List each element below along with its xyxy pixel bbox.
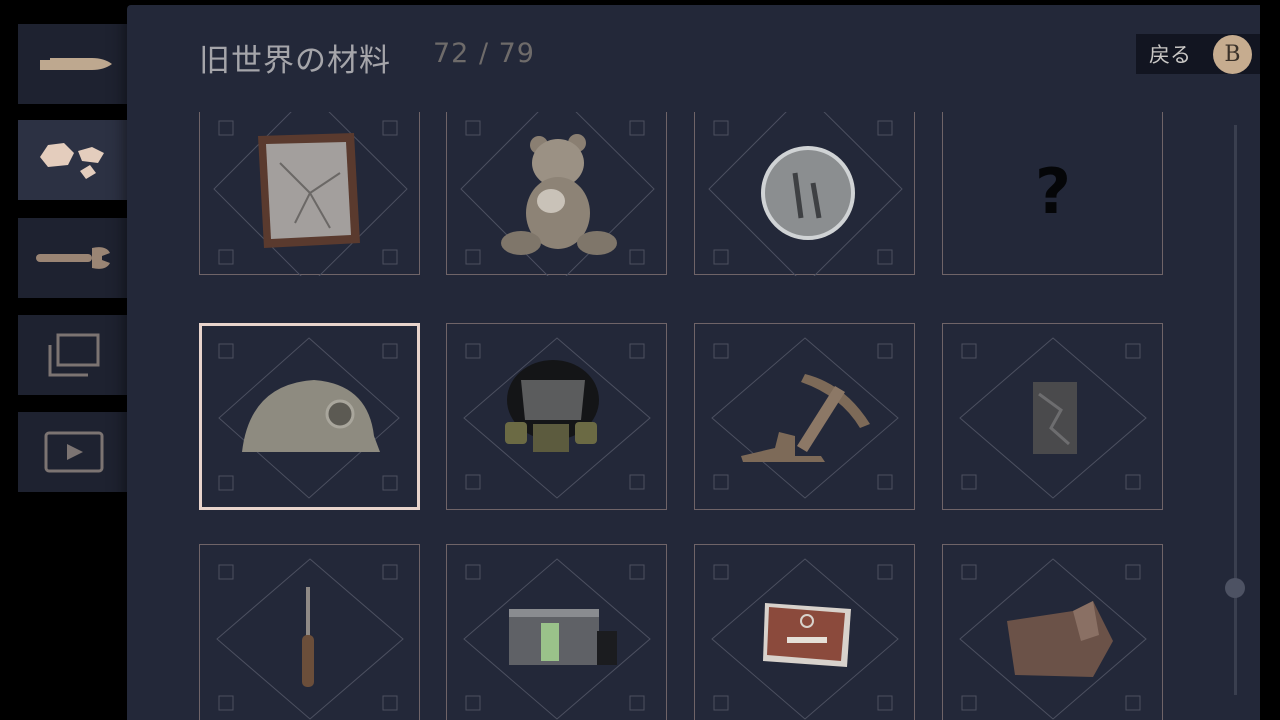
item-card-pickaxe[interactable] bbox=[694, 323, 915, 510]
screwdriver-icon bbox=[302, 587, 314, 687]
cracked-picture-frame-icon bbox=[258, 133, 360, 248]
rail-item-tools[interactable] bbox=[18, 218, 130, 298]
item-card-screwdriver[interactable] bbox=[199, 544, 420, 720]
b-button-icon: B bbox=[1213, 35, 1252, 74]
crumpled-box-icon bbox=[1007, 601, 1113, 677]
item-card-biohazard-case[interactable] bbox=[694, 544, 915, 720]
scrollbar-thumb[interactable] bbox=[1225, 578, 1245, 598]
scrollbar-track[interactable] bbox=[1234, 125, 1237, 695]
item-card-stone-block[interactable] bbox=[942, 323, 1163, 510]
clock-icon bbox=[761, 146, 855, 240]
item-card-teddy-bear[interactable] bbox=[446, 112, 667, 276]
item-card-gas-mask[interactable] bbox=[446, 323, 667, 510]
rail-item-videos[interactable] bbox=[18, 412, 130, 492]
film-canister-icon bbox=[509, 609, 617, 665]
teddy-bear-icon bbox=[501, 134, 617, 255]
item-card-wall-clock[interactable] bbox=[694, 112, 915, 276]
biohazard-case-icon bbox=[763, 603, 851, 667]
item-card-hard-hat[interactable] bbox=[199, 323, 420, 510]
pickaxe-icon bbox=[741, 374, 870, 462]
item-card-unknown[interactable]: ? bbox=[942, 112, 1163, 275]
gas-mask-icon bbox=[505, 360, 599, 452]
stone-block-icon bbox=[1033, 382, 1077, 454]
wrench-icon bbox=[34, 243, 114, 273]
item-card-box[interactable] bbox=[942, 544, 1163, 720]
back-button[interactable]: 戻る B bbox=[1136, 34, 1260, 74]
item-card-broken-frame[interactable] bbox=[199, 112, 420, 276]
rail-item-ammo[interactable] bbox=[18, 24, 130, 104]
rocks-icon bbox=[34, 135, 114, 185]
category-rail bbox=[0, 0, 130, 720]
page-title: 旧世界の材料 bbox=[199, 43, 391, 79]
back-label: 戻る bbox=[1149, 43, 1191, 67]
rail-item-materials[interactable] bbox=[18, 120, 130, 200]
materials-panel: 旧世界の材料 72 / 79 戻る B ? bbox=[127, 5, 1260, 720]
question-mark-icon: ? bbox=[1035, 155, 1071, 228]
svg-text:?: ? bbox=[1035, 155, 1071, 228]
play-icon bbox=[43, 430, 105, 474]
collection-count: 72 / 79 bbox=[433, 38, 535, 69]
layered-frames-icon bbox=[44, 331, 104, 379]
item-grid: ? bbox=[127, 112, 1260, 720]
item-card-film-device[interactable] bbox=[446, 544, 667, 720]
bullet-icon bbox=[34, 49, 114, 79]
rail-item-gallery[interactable] bbox=[18, 315, 130, 395]
helmet-icon bbox=[242, 380, 380, 452]
